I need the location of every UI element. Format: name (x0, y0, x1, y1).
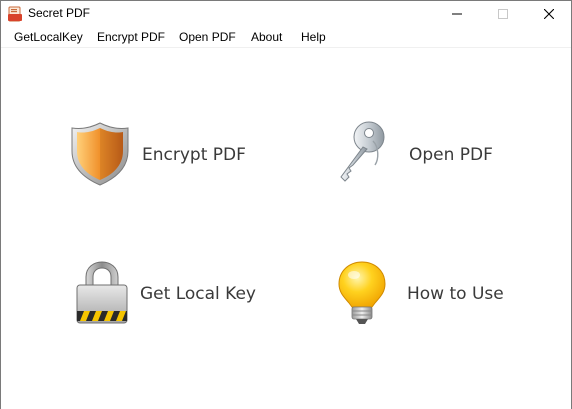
window-title: Secret PDF (28, 6, 91, 20)
close-icon (543, 9, 554, 19)
shield-icon (70, 121, 130, 192)
maximize-icon (497, 9, 508, 19)
encrypt-pdf-tile[interactable]: Encrypt PDF (66, 119, 246, 189)
close-button[interactable] (526, 1, 571, 27)
get-local-key-tile[interactable]: Get Local Key (66, 257, 256, 330)
key-icon (333, 119, 389, 192)
lightbulb-icon (335, 259, 389, 332)
menu-open-pdf[interactable]: Open PDF (179, 30, 236, 44)
maximize-button[interactable] (480, 1, 525, 27)
padlock-icon (74, 259, 130, 330)
minimize-button[interactable] (434, 1, 479, 27)
how-to-use-tile[interactable]: How to Use (331, 257, 504, 332)
app-window: Secret PDF GetLocalKey Encrypt PDF Open … (0, 0, 572, 409)
get-local-key-label: Get Local Key (140, 284, 256, 304)
menu-encrypt-pdf[interactable]: Encrypt PDF (97, 30, 165, 44)
main-panel: Encrypt PDF Open PDF Get Local Key How t… (1, 49, 571, 409)
minimize-icon (451, 13, 462, 15)
open-pdf-label: Open PDF (409, 145, 493, 165)
menu-help[interactable]: Help (301, 30, 326, 44)
pdf-document-icon (7, 6, 23, 22)
open-pdf-tile[interactable]: Open PDF (331, 119, 501, 189)
menu-get-local-key[interactable]: GetLocalKey (14, 30, 83, 44)
encrypt-pdf-label: Encrypt PDF (142, 145, 246, 165)
title-bar[interactable]: Secret PDF (1, 1, 571, 27)
how-to-use-label: How to Use (407, 284, 504, 304)
menu-bar: GetLocalKey Encrypt PDF Open PDF About H… (1, 27, 571, 48)
menu-about[interactable]: About (251, 30, 282, 44)
